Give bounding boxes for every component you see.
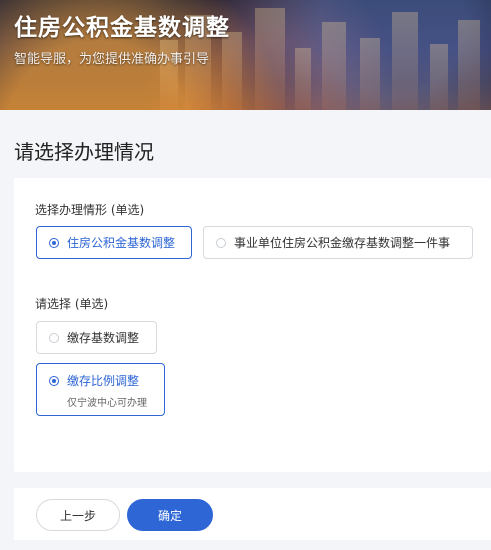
page-subtitle: 智能导服，为您提供准确办事引导	[14, 52, 210, 67]
question-label-choice: 请选择 (单选)	[35, 297, 109, 311]
page: 住房公积金基数调整 智能导服，为您提供准确办事引导 请选择办理情况 选择办理情形…	[0, 0, 491, 550]
option-label: 缴存比例调整	[67, 374, 140, 388]
section-heading: 请选择办理情况	[14, 140, 154, 164]
footer-bar: 上一步 确定	[14, 488, 491, 540]
radio-icon	[49, 332, 59, 343]
option-label: 事业单位住房公积金缴存基数调整一件事	[234, 236, 451, 250]
option-housing-fund-base-adjustment[interactable]: 住房公积金基数调整	[36, 226, 192, 259]
option-public-institution-adjustment[interactable]: 事业单位住房公积金缴存基数调整一件事	[203, 226, 473, 259]
radio-selected-icon	[49, 237, 59, 248]
previous-step-button[interactable]: 上一步	[36, 499, 120, 531]
confirm-button[interactable]: 确定	[127, 499, 213, 531]
radio-selected-icon	[49, 375, 59, 386]
radio-icon	[216, 237, 226, 248]
header-banner: 住房公积金基数调整 智能导服，为您提供准确办事引导	[0, 0, 491, 110]
option-label: 住房公积金基数调整	[67, 236, 176, 250]
page-title: 住房公积金基数调整	[14, 15, 230, 41]
option-contribution-rate-adjustment[interactable]: 缴存比例调整 仅宁波中心可办理	[36, 363, 165, 416]
options-card: 选择办理情形 (单选) 住房公积金基数调整 事业单位住房公积金缴存基数调整一件事…	[14, 178, 491, 472]
option-label: 缴存基数调整	[67, 331, 140, 345]
question-label-scenario: 选择办理情形 (单选)	[35, 203, 145, 217]
option-contribution-base-adjustment[interactable]: 缴存基数调整	[36, 321, 157, 354]
option-note: 仅宁波中心可办理	[67, 398, 147, 409]
